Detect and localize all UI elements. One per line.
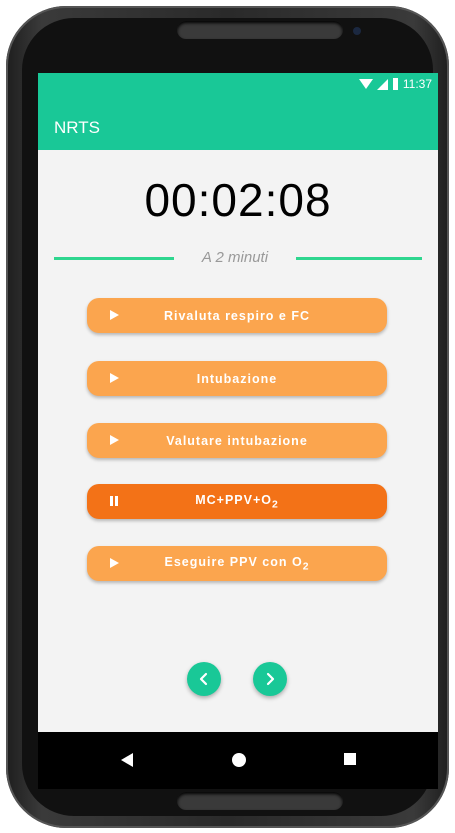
front-camera [353,27,361,35]
action-button-rivaluta[interactable]: Rivaluta respiro e FC [87,298,387,333]
next-button[interactable] [253,662,287,696]
action-label: Intubazione [196,371,278,386]
status-bar: 11:37 [38,73,438,98]
android-nav-bar [38,732,438,789]
divider-line-right [296,257,422,260]
home-icon[interactable] [231,752,247,768]
chevron-right-icon [266,672,275,686]
previous-button[interactable] [187,662,221,696]
bottom-speaker [177,792,343,810]
signal-icon [376,78,388,90]
action-label: Valutare intubazione [166,433,308,448]
action-button-intubazione[interactable]: Intubazione [87,361,387,396]
back-icon[interactable] [120,752,134,768]
action-label: Eseguire PPV con O2 [87,555,387,573]
section-caption: A 2 minuti [201,249,269,266]
status-time: 11:37 [402,77,432,91]
action-label-subscript: 2 [271,499,279,511]
app-screen: 11:37 NRTS 00:02:08 A 2 minuti Rivaluta … [38,73,438,789]
chevron-left-icon [199,672,208,686]
action-label-text: MC+PPV+O [195,492,272,507]
section-divider: A 2 minuti [54,249,422,267]
action-button-eseguire-ppv[interactable]: Eseguire PPV con O2 [87,546,387,581]
recents-icon[interactable] [343,752,357,766]
action-button-mc-ppv-o2[interactable]: MC+PPV+O2 [87,484,387,519]
wifi-icon [358,79,373,89]
divider-line-left [54,257,174,260]
action-label: MC+PPV+O2 [87,493,387,511]
action-label-subscript: 2 [302,561,310,573]
elapsed-timer: 00:02:08 [144,174,332,226]
app-bar: NRTS [38,98,438,150]
app-title: NRTS [54,118,100,137]
battery-icon [392,78,398,90]
action-label: Rivaluta respiro e FC [163,308,311,323]
top-speaker [177,21,343,39]
action-label-text: Eseguire PPV con O [164,554,303,569]
action-button-valutare-intubazione[interactable]: Valutare intubazione [87,423,387,458]
